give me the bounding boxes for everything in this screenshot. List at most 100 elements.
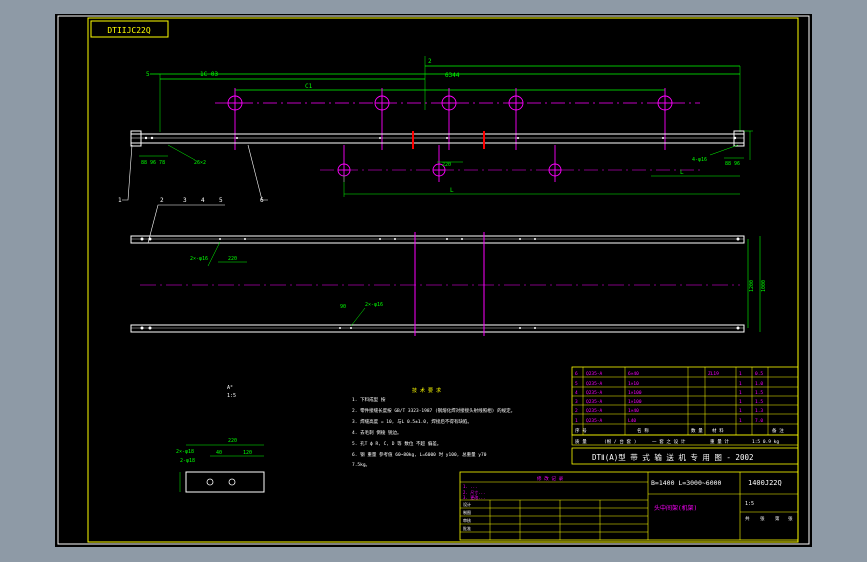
- technical-notes: 技 术 要 求 1. 下料成型 按 2. 零件接缝长度按 GB/T 3323-1…: [352, 387, 515, 468]
- detail-view: A° 1:5 220 40 120 2×-φ18 2-φ18: [176, 385, 265, 493]
- row-wt: 1.5: [755, 399, 763, 405]
- note-line: 1. 下料成型 按: [352, 396, 386, 403]
- svg-text:重 量 计: 重 量 计: [710, 438, 729, 445]
- row-spec: 1×100: [628, 390, 642, 396]
- row-qty: 1: [739, 399, 742, 405]
- svg-text:3. 更改...: 3. 更改...: [463, 494, 485, 500]
- row-qty: 1: [739, 418, 742, 424]
- leader: [207, 241, 221, 267]
- dim-text: L: [680, 169, 684, 176]
- parts-header: 序 号 名 称 数 量 材 料 备 注: [575, 427, 784, 434]
- note-line: 5. 孔T ϕ R, C, D 等 数位 不超 偏差。: [352, 440, 441, 447]
- detail-scale: 1:5: [227, 393, 236, 399]
- dim-text: 2×-φ16: [365, 302, 383, 308]
- row-no: 4: [575, 390, 578, 396]
- dim-text: 26×2: [194, 160, 206, 166]
- row-spec: 6×40: [628, 371, 639, 377]
- weight-row-text: 质 量 (根 / 台 套 ) 一 套 之 设 计 重 量 计 1:5 0.9 k…: [575, 438, 779, 445]
- detail-hole: [228, 478, 236, 486]
- dim-text: 1200: [749, 280, 755, 292]
- svg-text:制图: 制图: [463, 509, 471, 515]
- svg-text:共: 共: [745, 515, 750, 522]
- detail-plate: [185, 471, 265, 493]
- svg-text:(根 / 台 套 ): (根 / 台 套 ): [604, 438, 636, 445]
- row-qty: 1: [739, 381, 742, 387]
- dim-text: 120: [243, 450, 252, 456]
- row-mat: Q235-A: [586, 390, 603, 396]
- plan-rail-bottom: [130, 324, 745, 333]
- note-line: 7.5kg。: [352, 462, 370, 468]
- title-block: DTⅡ(A)型 带 式 输 送 机 专 用 图 - 2002 B=1400 L=…: [459, 447, 799, 541]
- stamp-text: DTIIJC22Q: [107, 26, 151, 35]
- row-no: 6: [575, 371, 578, 377]
- dim-text: 220: [228, 438, 237, 444]
- dim-text: 220: [228, 256, 237, 262]
- dim-text: 2: [428, 58, 432, 65]
- detail-hole: [206, 478, 214, 486]
- dim-text: 4-φ16: [692, 157, 707, 163]
- dim-text: L: [450, 187, 454, 194]
- note-line: 3. 焊缝高度 = 10, 与L 0.5±1.0, 焊接后不得有缺陷。: [352, 418, 472, 425]
- svg-text:质 量: 质 量: [575, 438, 587, 445]
- svg-text:批准: 批准: [463, 525, 471, 531]
- row-no: 2: [575, 408, 578, 414]
- parts-rows: 6 Q235-A 6×40 ZL19 1 0.5 5 Q235-A 1×10 1…: [575, 371, 763, 424]
- row-wt: 1.0: [755, 381, 763, 387]
- svg-text:1:5 0.9 kg: 1:5 0.9 kg: [752, 439, 779, 445]
- row-spec: 1×100: [628, 399, 642, 405]
- callout-6: 6: [260, 197, 264, 204]
- detail-title: A°: [227, 385, 233, 391]
- cad-viewport[interactable]: DTIIJC22Q 1C 03 6344 2 C1 5 88 96 78 26×…: [0, 0, 867, 562]
- leader: [167, 144, 196, 161]
- row-wt: 0.5: [755, 371, 763, 377]
- dim-text: 220: [442, 162, 451, 168]
- note-line: 6. 钢 重量 参考值 60~80kg, L=6000 时 y100, 总重量 …: [352, 451, 487, 458]
- row-wt: 1.3: [755, 408, 763, 414]
- plan-view: 220 2×-φ16 1200 1000 90 2×-φ16: [130, 232, 767, 336]
- drawing-number: 1400J22Q: [748, 479, 782, 487]
- row-mat: Q235-A: [586, 399, 603, 405]
- hdr-no: 序 号: [575, 427, 587, 434]
- row-qty: 1: [739, 408, 742, 414]
- dim-text: 1000: [761, 280, 767, 292]
- hdr-note: 备 注: [772, 427, 784, 434]
- svg-text:审核: 审核: [463, 517, 471, 523]
- row-spec: L40: [628, 418, 636, 424]
- row-wt: 7.0: [755, 418, 763, 424]
- row-no: 1: [575, 418, 578, 424]
- row-no: 5: [575, 381, 578, 387]
- parts-grid: [572, 367, 798, 435]
- row-mat: Q235-A: [586, 418, 603, 424]
- sheet-fields: 共 张 第 张: [745, 515, 793, 522]
- dim-text: 5: [146, 71, 150, 78]
- svg-text:张: 张: [788, 515, 793, 522]
- hdr-name: 名 称: [637, 427, 649, 434]
- dim-text: 88 96: [725, 161, 740, 167]
- hdr-mat: 材 料: [712, 427, 724, 434]
- outer-frame: [57, 15, 810, 545]
- revision-title: 修 改 记 录: [537, 475, 564, 482]
- svg-text:1. ...: 1. ...: [463, 484, 477, 489]
- revision-rows: 1. ... 2. 尺寸... 3. 更改...: [463, 484, 485, 500]
- row-wt: 1.5: [755, 390, 763, 396]
- callout-3: 3: [183, 197, 187, 204]
- parts-list: 6 Q235-A 6×40 ZL19 1 0.5 5 Q235-A 1×10 1…: [571, 366, 799, 446]
- dim-text: 2-φ18: [180, 458, 195, 464]
- leader: [709, 144, 739, 156]
- callout-1: 1: [118, 197, 122, 204]
- row-spec: 1×10: [628, 381, 639, 387]
- callout-4: 4: [201, 197, 205, 204]
- note-line: 4. 去毛刺 倒棱 锐边。: [352, 429, 402, 436]
- svg-text:张: 张: [760, 515, 765, 522]
- svg-text:设计: 设计: [463, 501, 471, 507]
- row-qty: 1: [739, 371, 742, 377]
- end-plate-left: [130, 130, 142, 147]
- row-mat: Q235-A: [586, 371, 603, 377]
- part-name: 头中间架(机架): [654, 504, 697, 512]
- callout-5: 5: [219, 197, 223, 204]
- row-std: ZL19: [708, 371, 719, 377]
- notes-title: 技 术 要 求: [412, 387, 441, 394]
- drawing-svg: DTIIJC22Q 1C 03 6344 2 C1 5 88 96 78 26×…: [57, 15, 810, 545]
- dim-text: 2×-φ16: [190, 256, 208, 262]
- row-spec: 1×40: [628, 408, 639, 414]
